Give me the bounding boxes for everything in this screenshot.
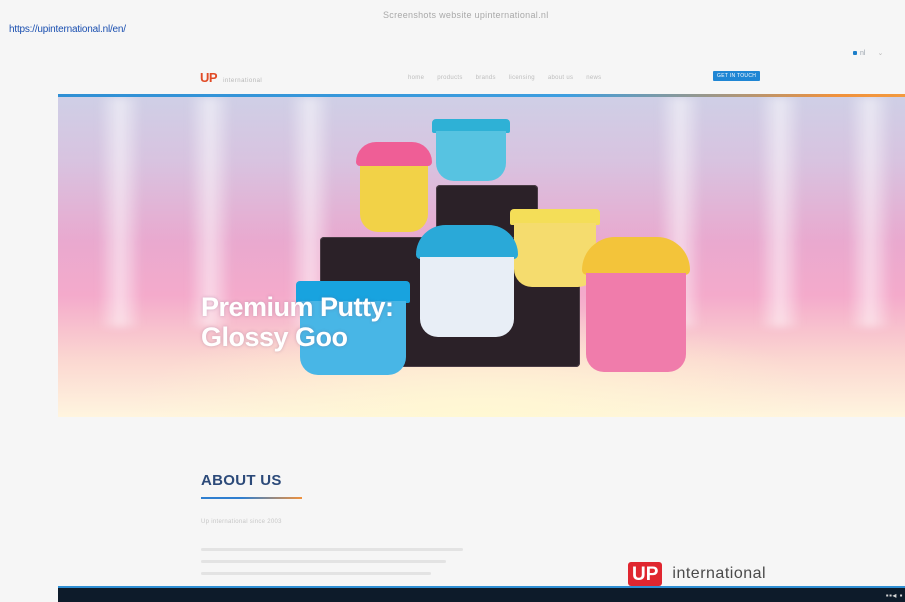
document-title: Screenshots website upinternational.nl	[383, 10, 549, 20]
url-text[interactable]: https://upinternational.nl/en/	[9, 24, 126, 35]
brand-logo: UP international	[628, 562, 766, 586]
curtain-drape	[758, 97, 802, 327]
contact-button[interactable]: GET IN TOUCH	[713, 71, 761, 81]
logo-subtext: international	[223, 78, 263, 84]
about-underline	[201, 497, 302, 499]
putty-jar	[432, 119, 510, 181]
putty-jar	[356, 142, 432, 232]
brand-logo-mark: UP	[628, 562, 663, 586]
nav-item-news[interactable]: news	[586, 75, 601, 81]
language-label: nl	[860, 50, 866, 57]
site-header: UP international home products brands li…	[58, 66, 905, 94]
nav-item-products[interactable]: products	[437, 75, 462, 81]
taskbar	[58, 588, 905, 602]
putty-jar	[582, 237, 690, 372]
nav-item-licensing[interactable]: licensing	[509, 75, 535, 81]
chevron-down-icon: ⌄	[877, 50, 884, 57]
nav-item-brands[interactable]: brands	[476, 75, 496, 81]
flag-icon	[853, 51, 857, 55]
about-text-line	[201, 560, 446, 563]
hero-title-line: Premium Putty:	[201, 292, 394, 322]
about-text-line	[201, 548, 463, 551]
nav-item-home[interactable]: home	[408, 75, 424, 81]
putty-jar	[416, 225, 518, 337]
hero-title-line: Glossy Goo	[201, 322, 348, 352]
about-subtitle: Up international since 2003	[201, 519, 282, 525]
curtain-drape	[848, 97, 892, 327]
brand-logo-word: international	[672, 565, 767, 582]
hero-title: Premium Putty: Glossy Goo	[201, 292, 394, 352]
about-text-line	[201, 572, 431, 575]
nav-item-about[interactable]: about us	[548, 75, 573, 81]
language-switcher[interactable]: nl ⌄	[853, 49, 883, 57]
curtain-drape	[98, 97, 142, 327]
main-nav: home products brands licensing about us …	[408, 75, 601, 81]
hero-banner[interactable]: Premium Putty: Glossy Goo	[58, 97, 905, 417]
logo-mark: UP	[200, 70, 218, 85]
system-tray-icons[interactable]: ▪▪◂ ▪	[886, 591, 903, 600]
site-logo[interactable]: UP international	[200, 70, 262, 85]
about-heading: ABOUT US	[201, 472, 282, 489]
